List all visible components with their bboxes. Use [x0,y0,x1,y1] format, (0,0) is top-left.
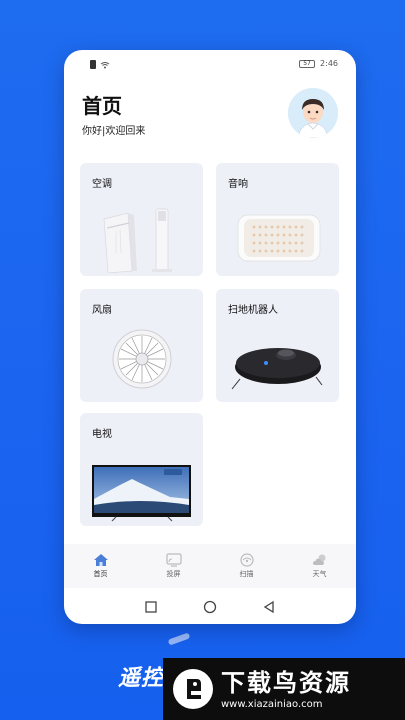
banner-text: 遥控 [118,666,165,691]
watermark-title: 下载鸟资源 [221,668,351,697]
watermark: 下载鸟资源 www.xiazainiao.com [163,658,405,720]
system-nav-bar [64,590,356,624]
avatar[interactable] [288,88,338,138]
scan-icon [239,553,254,567]
nav-cast[interactable]: 投屏 [144,553,204,579]
card-label: 扫地机器人 [228,305,278,316]
air-conditioner-icon [103,208,172,273]
watermark-url: www.xiazainiao.com [221,698,323,710]
sim-icon [90,60,96,69]
status-bar: 57 2:46 [64,50,356,80]
fan-icon [112,329,172,389]
bird-logo-icon [174,670,212,708]
nav-home-label: 首页 [93,570,108,578]
robot-vacuum-icon [231,348,323,390]
card-air-conditioner[interactable]: 空调 [80,163,203,276]
card-robot-vacuum[interactable]: 扫地机器人 [216,289,339,402]
card-fan[interactable]: 风扇 [80,289,203,402]
nav-scan-label: 扫描 [239,570,254,578]
nav-home[interactable]: 首页 [71,553,131,579]
bottom-nav: 首页 投屏 扫描 天气 [64,544,356,588]
page-subtitle: 你好|欢迎回来 [82,126,146,137]
nav-weather[interactable]: 天气 [290,553,350,579]
card-label: 音响 [228,179,248,190]
card-television[interactable]: 电视 [80,413,203,526]
weather-icon [312,554,325,565]
triangle-back-icon[interactable] [263,601,275,613]
home-icon [93,554,108,566]
card-speaker[interactable]: 音响 [216,163,339,276]
circle-icon[interactable] [203,600,217,614]
cast-icon [165,553,182,567]
nav-scan[interactable]: 扫描 [217,553,277,579]
nav-weather-label: 天气 [312,570,327,578]
card-label: 空调 [92,179,112,190]
battery-icon: 57 [299,59,316,68]
television-icon [92,465,191,522]
speaker-icon [237,214,321,262]
page-title: 首页 [82,94,122,118]
nav-cast-label: 投屏 [166,570,181,578]
decorative-streak [167,632,191,646]
status-time: 2:46 [320,59,338,68]
card-label: 电视 [92,429,112,440]
wifi-icon [100,61,110,68]
square-icon[interactable] [145,601,157,613]
card-label: 风扇 [92,305,112,316]
phone-frame: 57 2:46 首页 你好|欢迎回来 空调 音响 风扇 扫地机器人 电视 首页 … [64,50,356,624]
avatar-icon [288,88,338,138]
watermark-logo [173,669,213,709]
